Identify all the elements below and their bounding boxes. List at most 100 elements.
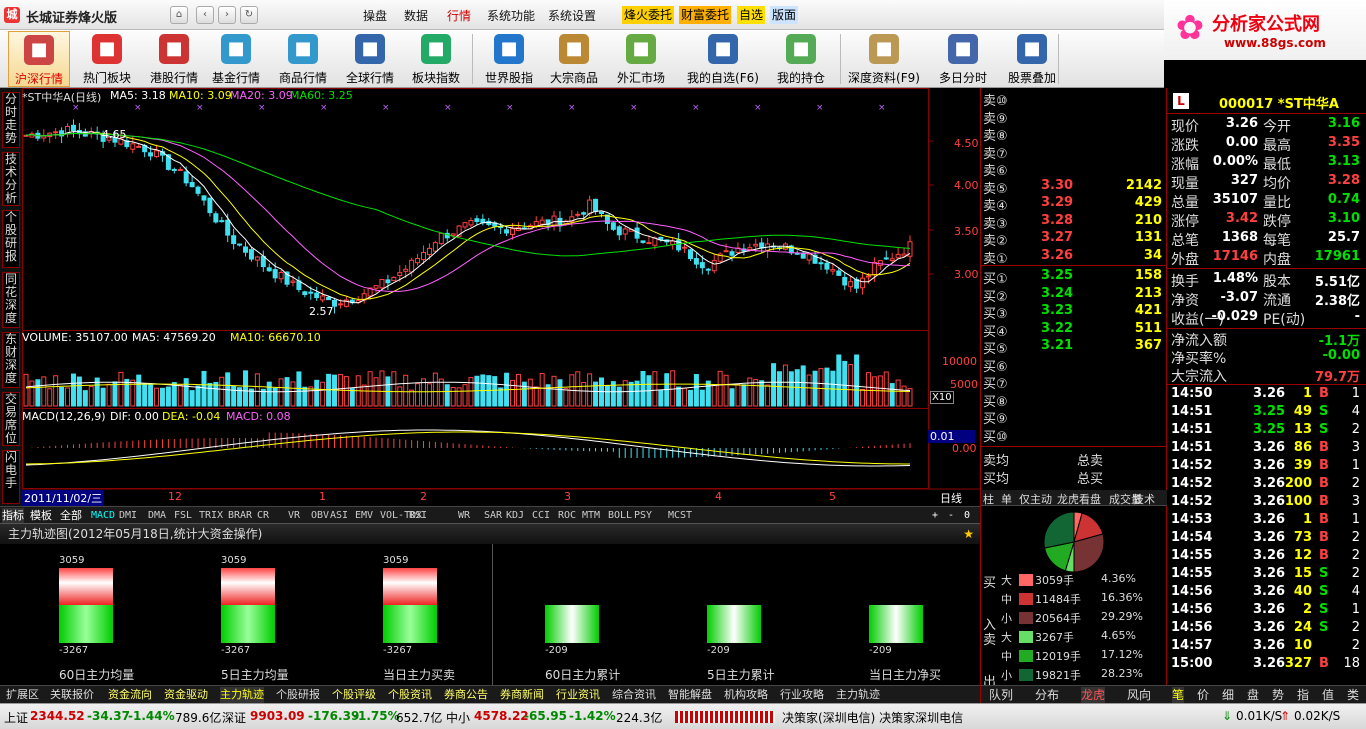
- dist-tab-0[interactable]: 队列: [989, 687, 1013, 703]
- bottom-nav-7[interactable]: 个股资讯: [388, 687, 432, 703]
- indicator-19[interactable]: CCI: [532, 508, 550, 523]
- indicator-17[interactable]: SAR: [484, 508, 502, 523]
- right-bottom-tab-5[interactable]: 指: [1297, 687, 1309, 703]
- indicator-12[interactable]: ASI: [330, 508, 348, 523]
- bottom-nav-0[interactable]: 扩展区: [6, 687, 39, 703]
- right-bottom-tab-3[interactable]: 盘: [1247, 687, 1259, 703]
- side-tab-2[interactable]: 个股研报: [2, 210, 20, 268]
- indicator-0[interactable]: 指标: [2, 508, 24, 523]
- side-tab-1[interactable]: 技术分析: [2, 152, 20, 206]
- toolbar-btn-14[interactable]: ■ 股票叠加: [1002, 31, 1062, 87]
- indicator-2[interactable]: 全部: [60, 508, 82, 523]
- indicator-7[interactable]: TRIX: [199, 508, 223, 523]
- bottom-nav-1[interactable]: 关联报价: [50, 687, 94, 703]
- refresh-icon[interactable]: ↻: [240, 6, 258, 24]
- book-divider-2: [981, 446, 1167, 447]
- right-bottom-tab-2[interactable]: 细: [1222, 687, 1234, 703]
- indicator-21[interactable]: MTM: [582, 508, 600, 523]
- indicator-4[interactable]: DMI: [119, 508, 137, 523]
- toolbar-btn-4[interactable]: ■ 商品行情: [273, 31, 333, 87]
- bottom-nav-14[interactable]: 行业攻略: [780, 687, 824, 703]
- indicator-20[interactable]: ROC: [558, 508, 576, 523]
- right-bottom-tab-4[interactable]: 势: [1272, 687, 1284, 703]
- dist-tab-1[interactable]: 分布: [1035, 687, 1059, 703]
- indicator-1[interactable]: 模板: [30, 508, 52, 523]
- right-bottom-tab-1[interactable]: 价: [1197, 687, 1209, 703]
- toolbar-btn-5[interactable]: ■ 全球行情: [341, 31, 399, 87]
- zoom-control-2[interactable]: 0: [964, 508, 970, 523]
- side-tab-5[interactable]: 交易席位: [2, 392, 20, 446]
- menu-quote[interactable]: 行情: [447, 7, 471, 24]
- indicator-8[interactable]: BRAR: [228, 508, 252, 523]
- side-tab-3[interactable]: 同花深度: [2, 272, 20, 328]
- bottom-nav-13[interactable]: 机构攻略: [724, 687, 768, 703]
- forward-icon[interactable]: ›: [218, 6, 236, 24]
- right-bottom-tab-7[interactable]: 类: [1347, 687, 1359, 703]
- menu-data[interactable]: 数据: [404, 7, 428, 24]
- side-tab-0[interactable]: 分时走势: [2, 92, 20, 148]
- indicator-11[interactable]: OBV: [311, 508, 329, 523]
- toolbar-btn-9[interactable]: ■ 外汇市场: [612, 31, 670, 87]
- bottom-nav-6[interactable]: 个股评级: [332, 687, 376, 703]
- toolbar-btn-3[interactable]: ■ 基金行情: [207, 31, 265, 87]
- indicator-23[interactable]: PSY: [634, 508, 652, 523]
- indicator-18[interactable]: KDJ: [506, 508, 524, 523]
- toolbar-btn-12[interactable]: ■ 深度资料(F9): [844, 31, 924, 87]
- zoom-control-1[interactable]: -: [948, 508, 954, 523]
- layout-button[interactable]: 版面: [770, 6, 799, 24]
- side-tab-6[interactable]: 闪电手: [2, 450, 20, 504]
- toolbar-btn-11[interactable]: ■ 我的持仓: [772, 31, 830, 87]
- toolbar-btn-7[interactable]: ■ 世界股指: [478, 31, 540, 87]
- menu-trade[interactable]: 操盘: [363, 7, 387, 24]
- dist-tab-2[interactable]: 龙虎: [1081, 687, 1106, 703]
- period-selector[interactable]: 日线: [940, 490, 962, 506]
- server-info[interactable]: 决策家(深圳电信) 决策家深圳电信: [782, 709, 963, 726]
- right-tab-3[interactable]: 龙虎看盘: [1057, 491, 1101, 507]
- right-bottom-tab-0[interactable]: 笔: [1172, 687, 1185, 703]
- wealth-order-button[interactable]: 财富委托: [679, 6, 732, 24]
- home-icon[interactable]: ⌂: [170, 6, 188, 24]
- toolbar-btn-6[interactable]: ■ 板块指数: [407, 31, 465, 87]
- menu-system-settings[interactable]: 系统设置: [548, 7, 596, 24]
- zoom-control-0[interactable]: +: [932, 508, 938, 523]
- bottom-nav-12[interactable]: 智能解盘: [668, 687, 712, 703]
- indicator-22[interactable]: BOLL: [608, 508, 632, 523]
- right-tab-1[interactable]: 单: [1001, 491, 1012, 507]
- right-tab-2[interactable]: 仅主动: [1019, 491, 1052, 507]
- bottom-nav-9[interactable]: 券商新闻: [500, 687, 544, 703]
- fund-bar-negative: [545, 605, 599, 643]
- star-icon[interactable]: ★: [963, 524, 974, 544]
- toolbar-btn-1[interactable]: ■ 热门板块: [78, 31, 136, 87]
- toolbar-btn-13[interactable]: ■ 多日分时: [934, 31, 992, 87]
- toolbar-btn-2[interactable]: ■ 港股行情: [145, 31, 203, 87]
- bottom-nav-10[interactable]: 行业资讯: [556, 687, 600, 703]
- dist-tab-3[interactable]: 风向: [1127, 687, 1151, 703]
- watchlist-button[interactable]: 自选: [737, 6, 766, 24]
- toolbar-btn-8[interactable]: ■ 大宗商品: [545, 31, 603, 87]
- right-tab-5[interactable]: 技术: [1133, 491, 1155, 507]
- indicator-15[interactable]: RSI: [409, 508, 427, 523]
- indicator-6[interactable]: FSL: [174, 508, 192, 523]
- indicator-24[interactable]: MCST: [668, 508, 692, 523]
- bottom-nav-2[interactable]: 资金流向: [108, 687, 152, 703]
- indicator-5[interactable]: DMA: [148, 508, 166, 523]
- right-tab-0[interactable]: 柱: [983, 491, 994, 507]
- bottom-nav-8[interactable]: 券商公告: [444, 687, 488, 703]
- bottom-nav-5[interactable]: 个股研报: [276, 687, 320, 703]
- side-tab-4[interactable]: 东财深度: [2, 332, 20, 388]
- back-icon[interactable]: ‹: [196, 6, 214, 24]
- bottom-nav-11[interactable]: 综合资讯: [612, 687, 656, 703]
- indicator-9[interactable]: CR: [257, 508, 269, 523]
- toolbar-btn-10[interactable]: ■ 我的自选(F6): [682, 31, 764, 87]
- indicator-16[interactable]: WR: [458, 508, 470, 523]
- bottom-nav-15[interactable]: 主力轨迹: [836, 687, 880, 703]
- fenghuo-order-button[interactable]: 烽火委托: [622, 6, 675, 24]
- toolbar-btn-0[interactable]: ■ 沪深行情: [8, 31, 70, 87]
- indicator-10[interactable]: VR: [288, 508, 300, 523]
- bottom-nav-4[interactable]: 主力轨迹: [220, 687, 264, 703]
- bottom-nav-3[interactable]: 资金驱动: [164, 687, 208, 703]
- menu-system-function[interactable]: 系统功能: [487, 7, 535, 24]
- indicator-3[interactable]: MACD: [91, 508, 115, 523]
- indicator-13[interactable]: EMV: [355, 508, 373, 523]
- right-bottom-tab-6[interactable]: 值: [1322, 687, 1334, 703]
